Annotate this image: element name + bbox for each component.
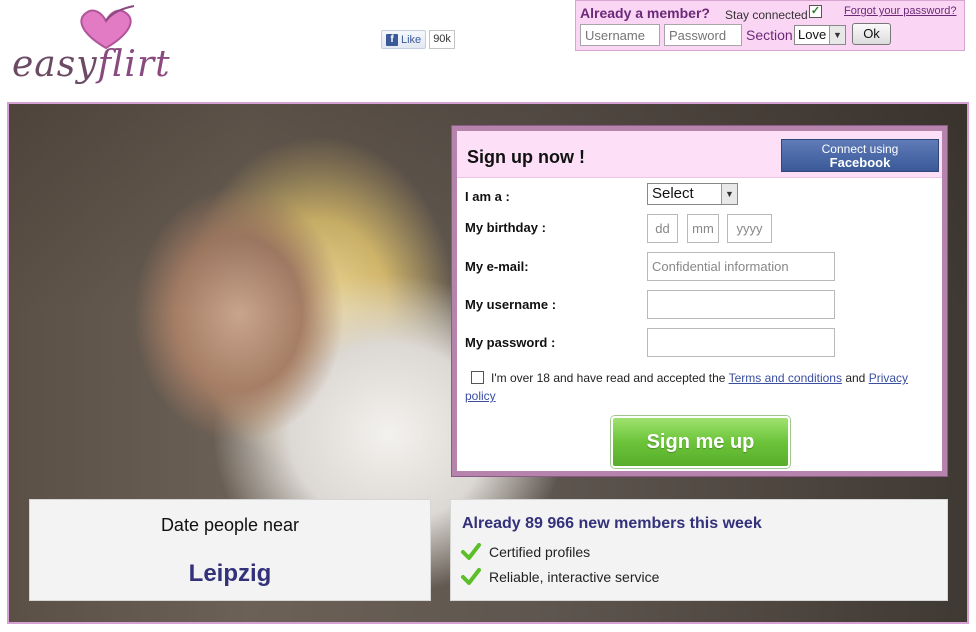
logo-wordmark: easyflirt (12, 44, 171, 85)
feature-label: Certified profiles (489, 544, 591, 560)
facebook-like-label: Like (401, 33, 422, 46)
logo-text-flirt: flirt (97, 44, 171, 85)
facebook-like-widget[interactable]: f Like 90k (381, 30, 455, 49)
feature-item: Reliable, interactive service (461, 568, 659, 586)
chevron-down-icon: ▼ (721, 184, 737, 204)
chevron-down-icon: ▼ (829, 26, 845, 44)
section-label: Section (746, 27, 793, 43)
password-input[interactable] (647, 328, 835, 357)
login-title: Already a member? (580, 5, 710, 21)
birthday-year-input[interactable]: yyyy (727, 214, 772, 243)
facebook-icon: f (386, 33, 398, 46)
email-label: My e-mail: (465, 259, 529, 274)
birthday-day-input[interactable]: dd (647, 214, 678, 243)
new-members-title: Already 89 966 new members this week (462, 515, 762, 532)
email-input[interactable]: Confidential information (647, 252, 835, 281)
feature-label: Reliable, interactive service (489, 569, 660, 585)
sign-me-up-button[interactable]: Sign me up (611, 416, 790, 468)
signup-form: Sign up now ! Connect using Facebook I a… (452, 126, 947, 476)
gender-select-value: Select (652, 185, 694, 202)
username-input[interactable] (647, 290, 835, 319)
date-people-near-title: Date people near (160, 515, 300, 535)
stay-connected-checkbox[interactable]: ✓ (809, 5, 822, 18)
forgot-password-link[interactable]: Forgot your password? (844, 5, 957, 17)
logo-text-easy: easy (12, 44, 98, 85)
terms-checkbox[interactable] (471, 371, 484, 384)
username-label: My username : (465, 297, 557, 312)
login-panel: Already a member? Stay connected ✓ Forgo… (575, 0, 965, 51)
terms-agreement-text: I'm over 18 and have read and accepted t… (491, 371, 726, 385)
date-people-near-panel: Date people near Leipzig (29, 499, 431, 601)
login-ok-button[interactable]: Ok (852, 23, 891, 45)
checkmark-icon (461, 543, 481, 560)
signup-title: Sign up now ! (467, 147, 585, 167)
city-name[interactable]: Leipzig (30, 560, 430, 588)
gender-select[interactable]: Select ▼ (647, 183, 738, 205)
easyflirt-logo[interactable]: easyflirt (10, 4, 195, 96)
signup-header: Sign up now ! Connect using Facebook (457, 131, 942, 178)
login-username-input[interactable] (580, 24, 660, 46)
feature-item: Certified profiles (461, 543, 590, 561)
facebook-like-count: 90k (429, 30, 455, 49)
facebook-connect-button[interactable]: Connect using Facebook (781, 139, 939, 172)
login-password-input[interactable] (664, 24, 742, 46)
new-members-panel: Already 89 966 new members this week Cer… (450, 499, 948, 601)
checkmark-icon (461, 568, 481, 585)
facebook-connect-line2: Facebook (829, 155, 891, 170)
password-label: My password : (465, 335, 556, 350)
section-select[interactable]: Love ▼ (794, 25, 846, 45)
facebook-like-button[interactable]: f Like (381, 30, 427, 49)
hero-section: Sign up now ! Connect using Facebook I a… (7, 102, 969, 624)
terms-agreement: I'm over 18 and have read and accepted t… (465, 369, 935, 405)
terms-link[interactable]: Terms and conditions (729, 371, 842, 385)
stay-connected-label: Stay connected (725, 8, 808, 22)
birthday-month-input[interactable]: mm (687, 214, 719, 243)
section-select-value: Love (798, 27, 827, 42)
and-text: and (845, 371, 866, 385)
birthday-label: My birthday : (465, 220, 546, 235)
gender-label: I am a : (465, 189, 510, 204)
